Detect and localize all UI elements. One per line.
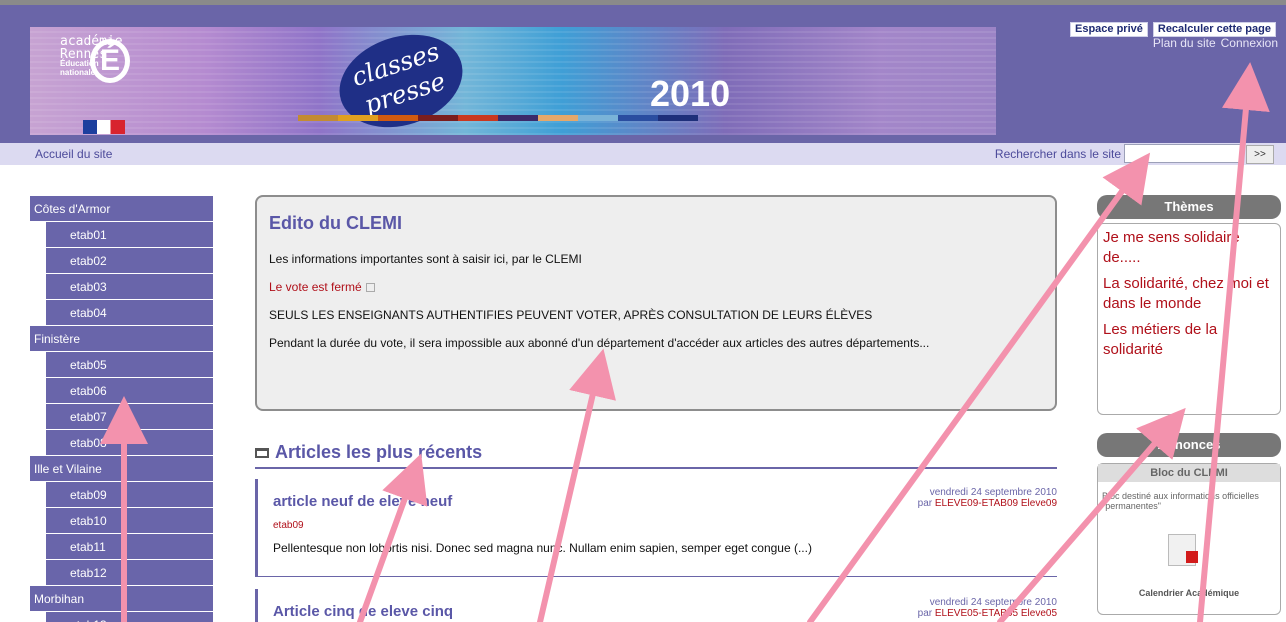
theme-link[interactable]: Je me sens solidaire de.....: [1103, 228, 1275, 268]
article-excerpt: Pellentesque non lobortis nisi. Donec se…: [273, 541, 812, 555]
theme-link[interactable]: Les métiers de la solidarité: [1103, 320, 1275, 360]
search-input[interactable]: [1124, 144, 1244, 163]
par-label: par: [917, 498, 933, 509]
marianne-flag-icon: [83, 120, 125, 134]
themes-box: Je me sens solidaire de..... La solidari…: [1097, 223, 1281, 415]
site-header: académie Rennes É Éducation nationale clas…: [0, 5, 1286, 143]
article-etab[interactable]: etab09: [273, 520, 1042, 531]
article-author[interactable]: ELEVE09-ETAB09 Eleve09: [935, 498, 1057, 509]
sidebar-item-etab[interactable]: etab10: [46, 508, 213, 534]
sidebar-item-etab[interactable]: etab08: [46, 430, 213, 456]
sidebar-item-etab[interactable]: etab04: [46, 300, 213, 326]
folder-icon: [255, 447, 269, 458]
recalculer-button[interactable]: Recalculer cette page: [1152, 22, 1276, 37]
top-buttons: Espace privé Recalculer cette page: [1070, 22, 1276, 37]
recent-articles: Articles les plus récents article neuf d…: [255, 442, 1057, 622]
plan-du-site-link[interactable]: Plan du site: [1153, 36, 1216, 50]
recent-header: Articles les plus récents: [255, 442, 1057, 469]
edito-title: Edito du CLEMI: [269, 213, 402, 233]
right-sidebar: Thèmes Je me sens solidaire de..... La s…: [1097, 195, 1281, 615]
article-date: vendredi 24 septembre 2010: [929, 597, 1057, 608]
article-date: vendredi 24 septembre 2010: [929, 487, 1057, 498]
article-author[interactable]: ELEVE05-ETAB05 Eleve05: [935, 608, 1057, 619]
search-label: Rechercher dans le site: [994, 147, 1121, 161]
article-meta: vendredi 24 septembre 2010 par ELEVE05-E…: [918, 597, 1057, 619]
article-meta: vendredi 24 septembre 2010 par ELEVE09-E…: [918, 487, 1057, 509]
home-link[interactable]: Accueil du site: [35, 147, 112, 161]
sidebar-dept[interactable]: Morbihan: [30, 586, 213, 612]
vote-link[interactable]: Le vote est fermé: [269, 280, 362, 294]
sidebar: Côtes d'Armor etab01 etab02 etab03 etab04 Fin…: [30, 196, 213, 622]
calendar-link[interactable]: Calendrier Académique: [1098, 588, 1280, 598]
connexion-link[interactable]: Connexion: [1221, 36, 1278, 50]
article-item: Article cinq de eleve cinq etab05 vendre…: [255, 589, 1057, 622]
sidebar-dept[interactable]: Côtes d'Armor: [30, 196, 213, 222]
sidebar-item-etab[interactable]: etab05: [46, 352, 213, 378]
sidebar-item-etab[interactable]: etab01: [46, 222, 213, 248]
search-button[interactable]: >>: [1246, 145, 1274, 164]
sidebar-item-etab[interactable]: etab07: [46, 404, 213, 430]
edito-text-3: Pendant la durée du vote, il sera imposs…: [269, 336, 930, 350]
sidebar-item-etab[interactable]: etab13: [46, 612, 213, 622]
navbar: Accueil du site Rechercher dans le site …: [0, 143, 1286, 165]
recent-title: Articles les plus récents: [275, 442, 483, 462]
par-label: par: [917, 608, 933, 619]
edito-text-1: Les informations importantes sont à sais…: [269, 252, 582, 266]
pdf-icon[interactable]: [1168, 534, 1198, 566]
bloc-description: Bloc destiné aux informations officielle…: [1102, 491, 1259, 511]
sidebar-item-etab[interactable]: etab12: [46, 560, 213, 586]
bloc-clemi: Bloc du CLEMI Bloc destiné aux informati…: [1097, 463, 1281, 615]
education-label: Éducation: [60, 59, 99, 68]
bloc-title: Bloc du CLEMI: [1098, 464, 1280, 482]
sidebar-item-etab[interactable]: etab03: [46, 274, 213, 300]
sidebar-dept[interactable]: Ille et Vilaine: [30, 456, 213, 482]
theme-link[interactable]: La solidarité, chez moi et dans le monde: [1103, 274, 1275, 314]
edito-box: Edito du CLEMI Les informations importan…: [255, 195, 1057, 411]
top-links: Plan du site Connexion: [1153, 36, 1278, 50]
nationale-label: nationale: [60, 68, 96, 77]
sidebar-item-etab[interactable]: etab02: [46, 248, 213, 274]
article-item: article neuf de eleve neuf etab09 Pellen…: [255, 479, 1057, 577]
banner-stripes: [298, 115, 698, 121]
espace-prive-button[interactable]: Espace privé: [1070, 22, 1148, 37]
sidebar-dept[interactable]: Finistère: [30, 326, 213, 352]
sidebar-item-etab[interactable]: etab09: [46, 482, 213, 508]
sidebar-item-etab[interactable]: etab11: [46, 534, 213, 560]
banner-year: 2010: [650, 73, 731, 114]
external-link-icon: [365, 283, 375, 292]
sidebar-item-etab[interactable]: etab06: [46, 378, 213, 404]
banner-image: académie Rennes É Éducation nationale clas…: [30, 27, 996, 135]
themes-title: Thèmes: [1097, 195, 1281, 219]
edito-text-2: SEULS LES ENSEIGNANTS AUTHENTIFIES PEUVE…: [269, 308, 873, 322]
academie-logo: académie Rennes É Éducation nationale: [38, 35, 134, 134]
annonces-title: Annonces: [1097, 433, 1281, 457]
